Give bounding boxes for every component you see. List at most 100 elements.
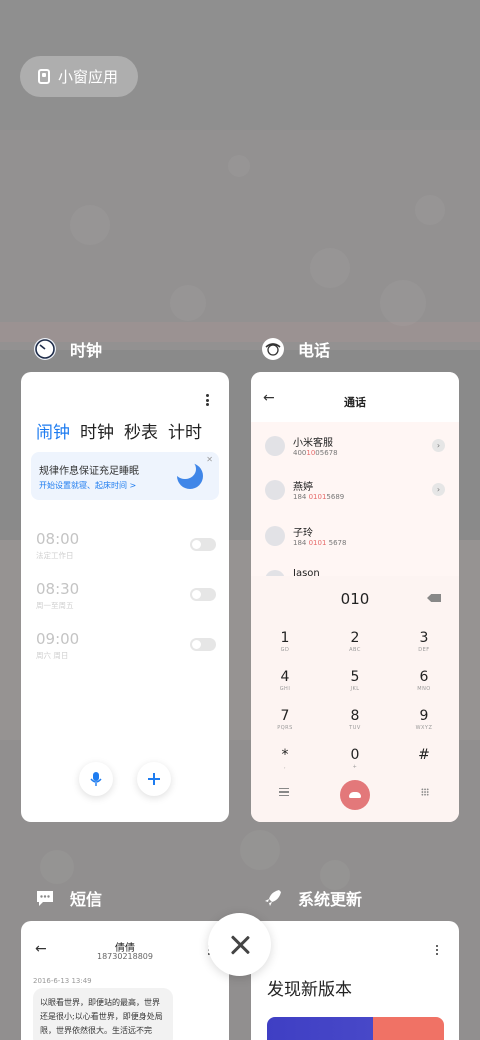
contact-name: 子玲: [293, 528, 313, 539]
dial-key[interactable]: 1 GD: [265, 630, 305, 653]
dial-key[interactable]: 7 PQRS: [265, 708, 305, 731]
contact-row[interactable]: 燕婷 184 01015689 ›: [251, 472, 459, 512]
clock-app-title[interactable]: 时钟: [34, 337, 102, 361]
dial-key[interactable]: *,: [265, 747, 305, 770]
contact-number: 4001005678: [293, 449, 338, 457]
menu-icon[interactable]: [279, 788, 289, 796]
alarm-repeat: 法定工作日: [36, 551, 74, 560]
alarm-item[interactable]: 09:00 周六 周日: [36, 630, 216, 661]
phone-icon: [262, 338, 284, 360]
small-window-label: 小窗应用: [58, 68, 119, 86]
dial-key-letters: TUV: [349, 725, 361, 731]
contact-name: 燕婷: [293, 482, 313, 493]
alarm-toggle[interactable]: [190, 588, 216, 601]
alarm-time: 08:30: [36, 580, 80, 598]
clock-tabs: 闹钟 时钟 秒表 计时: [36, 418, 202, 443]
dial-input[interactable]: 010: [251, 590, 459, 608]
phone-app-name: 电话: [298, 341, 331, 360]
dial-key[interactable]: 9 WXYZ: [404, 708, 444, 731]
update-app-card[interactable]: 发现新版本: [251, 921, 459, 1040]
sms-app-title[interactable]: 短信: [34, 886, 102, 910]
rocket-icon: [262, 887, 284, 909]
dial-key[interactable]: 8 TUV: [335, 708, 375, 731]
avatar: [265, 526, 285, 546]
sleep-banner-subtitle[interactable]: 开始设置就寝、起床时间 >: [39, 480, 136, 491]
dialpad: 010 1 GD 2 ABC 3 DEF 4 GHI 5 JKL 6 MNO 7 PQRS 8 TUV 9 WXY…: [251, 576, 459, 822]
dial-key-letters: ,: [283, 764, 287, 770]
dial-key[interactable]: 4 GHI: [265, 669, 305, 692]
dial-key-digit: 9: [419, 708, 429, 724]
alarm-toggle[interactable]: [190, 538, 216, 551]
dial-key[interactable]: #: [404, 747, 444, 764]
dial-key[interactable]: 5 JKL: [335, 669, 375, 692]
dial-key-letters: GD: [280, 647, 290, 653]
dial-key-digit: 3: [419, 630, 429, 646]
dial-key-digit: 5: [350, 669, 360, 685]
dial-key-letters: MNO: [417, 686, 431, 692]
dial-key-digit: 4: [280, 669, 290, 685]
dial-key-digit: *: [281, 747, 289, 763]
more-options-icon[interactable]: [206, 394, 209, 406]
small-window-apps-button[interactable]: 小窗应用: [20, 56, 138, 97]
small-window-icon: [38, 69, 50, 84]
dial-key-digit: 6: [419, 669, 429, 685]
chevron-right-icon[interactable]: ›: [432, 439, 445, 452]
clock-app-name: 时钟: [70, 341, 103, 360]
dial-key-digit: 1: [280, 630, 290, 646]
dial-key-letters: DEF: [418, 647, 430, 653]
avatar: [265, 480, 285, 500]
chevron-right-icon[interactable]: ›: [432, 483, 445, 496]
contact-number: 184 01015689: [293, 493, 345, 501]
phone-page-title: 通话: [344, 396, 366, 409]
message-bubble[interactable]: 以眼看世界，即便站的最高，世界还是很小;以心看世界，即便身处局限，世界依然很大。…: [33, 988, 173, 1040]
tab-stopwatch[interactable]: 秒表: [124, 418, 158, 443]
sleep-banner[interactable]: 规律作息保证充足睡眠 开始设置就寝、起床时间 > ✕: [31, 452, 219, 500]
phone-app-card[interactable]: ← 通话 小米客服 4001005678 › 燕婷 184 01015689 ›…: [251, 372, 459, 822]
microphone-icon: [90, 772, 102, 786]
dial-key-digit: 0: [350, 747, 360, 763]
moon-icon: [174, 459, 203, 489]
sms-app-card[interactable]: ← 倩倩 18730218809 2016-6-13 13:49 以眼看世界，即…: [21, 921, 229, 1040]
clock-icon: [34, 338, 56, 360]
more-options-icon[interactable]: [436, 945, 439, 955]
contact-number: 184 0101 5678: [293, 539, 347, 547]
clock-app-card[interactable]: 闹钟 时钟 秒表 计时 规律作息保证充足睡眠 开始设置就寝、起床时间 > ✕ 0…: [21, 372, 229, 822]
dial-key-letters: GHI: [279, 686, 291, 692]
dial-key-digit: 7: [280, 708, 290, 724]
dial-key-letters: PQRS: [277, 725, 293, 731]
dial-key-digit: 2: [350, 630, 360, 646]
sleep-banner-title: 规律作息保证充足睡眠: [39, 466, 139, 477]
alarm-time: 09:00: [36, 630, 80, 648]
plus-icon: [148, 773, 160, 785]
call-button[interactable]: [340, 780, 370, 810]
alarm-repeat: 周一至周五: [36, 601, 74, 610]
dial-key[interactable]: 3 DEF: [404, 630, 444, 653]
alarm-item[interactable]: 08:30 周一至周五: [36, 580, 216, 611]
dial-key-letters: WXYZ: [415, 725, 433, 731]
dial-key-letters: ABC: [349, 647, 361, 653]
voice-alarm-button[interactable]: [79, 762, 113, 796]
alarm-repeat: 周六 周日: [36, 651, 69, 660]
contact-row[interactable]: 小米客服 4001005678 ›: [251, 428, 459, 468]
dial-key[interactable]: 6 MNO: [404, 669, 444, 692]
contact-name: 小米客服: [293, 438, 333, 449]
dial-key-letters: JKL: [350, 686, 360, 692]
banner-close-icon[interactable]: ✕: [206, 455, 213, 464]
clear-all-button[interactable]: [208, 913, 271, 976]
dial-key-digit: #: [418, 747, 430, 763]
update-app-title[interactable]: 系统更新: [262, 886, 362, 910]
dial-key[interactable]: 0 +: [335, 747, 375, 770]
tab-timer[interactable]: 计时: [168, 418, 202, 443]
contact-row[interactable]: 子玲 184 0101 5678: [251, 518, 459, 558]
tab-world-clock[interactable]: 时钟: [80, 418, 114, 443]
dialpad-icon[interactable]: [421, 788, 429, 796]
close-icon: [230, 935, 250, 955]
phone-app-title[interactable]: 电话: [262, 337, 330, 361]
dial-key[interactable]: 2 ABC: [335, 630, 375, 653]
update-banner: [267, 1017, 444, 1040]
alarm-item[interactable]: 08:00 法定工作日: [36, 530, 216, 561]
update-app-name: 系统更新: [298, 890, 363, 909]
alarm-toggle[interactable]: [190, 638, 216, 651]
add-alarm-button[interactable]: [137, 762, 171, 796]
tab-alarm[interactable]: 闹钟: [36, 418, 70, 443]
